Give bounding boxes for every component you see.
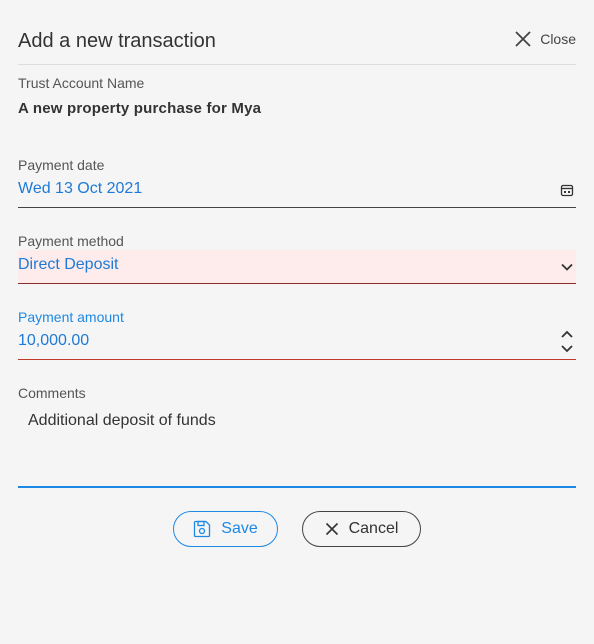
close-label: Close — [540, 31, 576, 47]
payment-amount-input[interactable]: 10,000.00 — [18, 326, 576, 360]
chevron-down-icon — [561, 263, 573, 271]
close-icon — [325, 522, 338, 536]
cancel-button[interactable]: Cancel — [302, 511, 421, 547]
comments-label: Comments — [18, 385, 86, 401]
payment-method-label: Payment method — [18, 233, 124, 249]
save-icon — [194, 520, 211, 538]
stepper-down-icon[interactable] — [560, 343, 574, 355]
trust-account-label: Trust Account Name — [18, 75, 145, 91]
close-button[interactable]: Close — [514, 30, 576, 48]
comments-value: Additional deposit of funds — [28, 412, 216, 429]
dialog-title: Add a new transaction — [18, 30, 216, 52]
calendar-icon[interactable] — [560, 183, 574, 197]
payment-method-value: Direct Deposit — [18, 256, 119, 273]
payment-date-field[interactable]: Wed 13 Oct 2021 — [18, 174, 576, 208]
payment-amount-value: 10,000.00 — [18, 332, 90, 349]
close-icon — [515, 31, 531, 47]
save-label: Save — [221, 520, 258, 537]
payment-date-label: Payment date — [18, 157, 105, 173]
comments-textarea[interactable]: Additional deposit of funds — [18, 404, 576, 488]
payment-amount-label: Payment amount — [18, 309, 124, 325]
trust-account-value: A new property purchase for Mya — [18, 100, 262, 117]
payment-method-select[interactable]: Direct Deposit — [18, 250, 576, 284]
dialog-header: Add a new transaction Close — [18, 20, 576, 65]
stepper-up-icon[interactable] — [560, 328, 574, 340]
cancel-label: Cancel — [348, 520, 399, 537]
payment-date-value: Wed 13 Oct 2021 — [18, 180, 143, 197]
save-button[interactable]: Save — [173, 511, 278, 547]
